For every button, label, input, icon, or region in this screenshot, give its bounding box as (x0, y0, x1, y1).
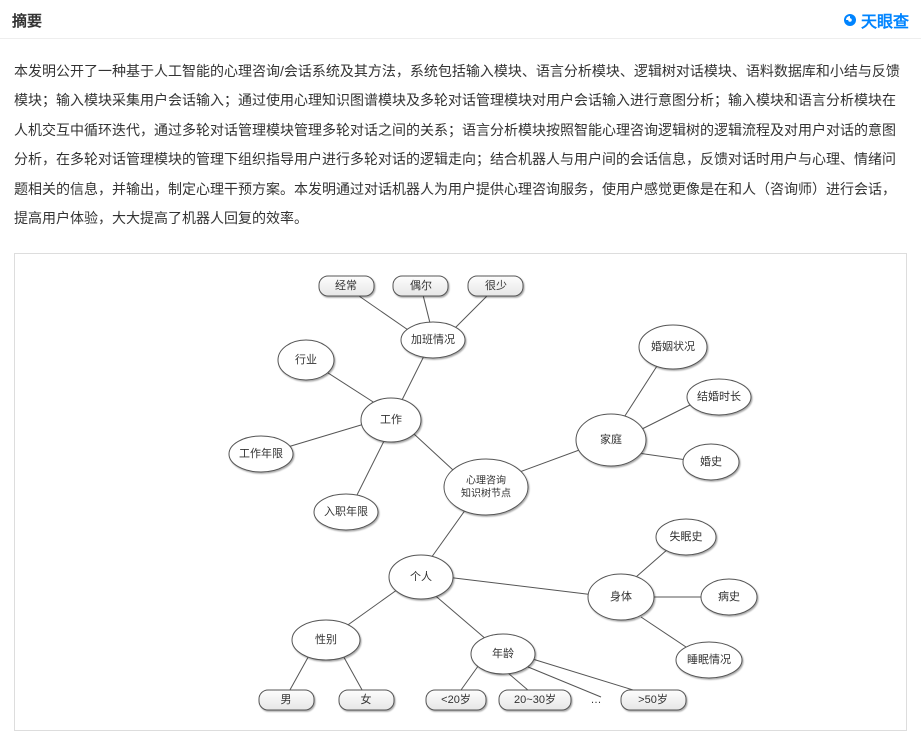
node-body: 身体 (588, 574, 654, 620)
node-age-20-30: 20~30岁 (499, 690, 571, 710)
node-family: 家庭 (576, 414, 646, 466)
diagram-container: 心理咨询 知识树节点 工作 行业 工作年限 入职年限 加班 (14, 253, 907, 731)
header: 摘要 天眼查 (0, 0, 921, 39)
brand-logo[interactable]: 天眼查 (842, 8, 909, 32)
svg-text:…: … (590, 694, 601, 706)
node-insomnia: 失眠史 (656, 519, 716, 555)
svg-text:>50岁: >50岁 (638, 692, 668, 706)
svg-text:<20岁: <20岁 (441, 692, 471, 706)
node-ot-rare: 很少 (468, 276, 523, 296)
node-age-gt50: >50岁 (621, 690, 686, 710)
node-work: 工作 (361, 398, 421, 442)
node-female: 女 (339, 690, 394, 710)
svg-text:身体: 身体 (610, 589, 632, 603)
node-ot-sometimes: 偶尔 (393, 276, 448, 296)
svg-text:加班情况: 加班情况 (411, 333, 455, 346)
svg-text:知识树节点: 知识树节点 (461, 487, 511, 500)
svg-text:偶尔: 偶尔 (410, 279, 432, 292)
node-center: 心理咨询 知识树节点 (444, 459, 528, 515)
node-overtime: 加班情况 (401, 322, 465, 358)
node-ot-often: 经常 (319, 276, 374, 296)
svg-text:家庭: 家庭 (600, 432, 622, 446)
svg-text:婚姻状况: 婚姻状况 (651, 339, 695, 353)
svg-text:婚史: 婚史 (700, 454, 722, 468)
node-sleep: 睡眠情况 (676, 642, 742, 678)
svg-text:很少: 很少 (485, 278, 507, 292)
node-male: 男 (259, 690, 314, 710)
svg-text:经常: 经常 (335, 279, 357, 292)
node-work-years: 工作年限 (229, 436, 293, 472)
node-age-lt20: <20岁 (426, 690, 486, 710)
svg-text:20~30岁: 20~30岁 (514, 692, 556, 706)
svg-text:心理咨询: 心理咨询 (466, 474, 506, 487)
node-entry-years: 入职年限 (314, 494, 378, 530)
svg-text:行业: 行业 (295, 353, 317, 366)
svg-text:性别: 性别 (315, 632, 337, 646)
node-age: 年龄 (471, 634, 535, 674)
node-marriage-len: 结婚时长 (687, 379, 751, 415)
svg-text:工作: 工作 (380, 413, 402, 426)
svg-text:睡眠情况: 睡眠情况 (687, 653, 731, 666)
node-illness: 病史 (701, 579, 757, 615)
svg-text:失眠史: 失眠史 (669, 530, 702, 543)
node-industry: 行业 (278, 340, 334, 380)
node-marriage-hist: 婚史 (683, 444, 739, 480)
svg-text:个人: 个人 (410, 570, 432, 583)
svg-text:结婚时长: 结婚时长 (697, 389, 741, 403)
svg-text:工作年限: 工作年限 (239, 446, 283, 460)
brand-text: 天眼查 (861, 8, 909, 32)
node-gender: 性别 (292, 620, 360, 660)
node-marital: 婚姻状况 (639, 325, 707, 369)
svg-text:年龄: 年龄 (492, 646, 514, 660)
node-age-dots: … (590, 694, 601, 706)
svg-text:入职年限: 入职年限 (324, 504, 368, 518)
abstract-text: 本发明公开了一种基于人工智能的心理咨询/会话系统及其方法，系统包括输入模块、语言… (0, 39, 921, 253)
mindmap-svg: 心理咨询 知识树节点 工作 行业 工作年限 入职年限 加班 (111, 262, 811, 722)
section-title: 摘要 (12, 10, 42, 31)
node-personal: 个人 (389, 555, 453, 599)
svg-text:女: 女 (360, 692, 371, 706)
svg-text:病史: 病史 (718, 589, 740, 603)
brand-eye-icon (842, 12, 858, 28)
svg-text:男: 男 (280, 694, 291, 706)
